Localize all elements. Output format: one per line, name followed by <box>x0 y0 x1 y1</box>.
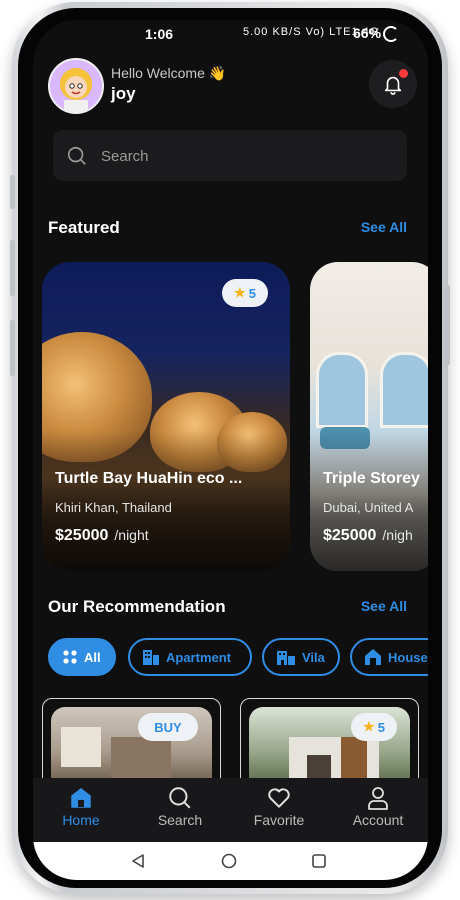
nav-label: Favorite <box>253 812 305 828</box>
buy-badge: BUY <box>138 713 198 741</box>
arch-window <box>380 352 428 428</box>
arch-window <box>316 352 368 428</box>
chip-all[interactable]: All <box>48 638 116 676</box>
property-name: Triple Storey <box>323 470 420 487</box>
recommendation-title: Our Recommendation <box>48 597 226 616</box>
app-header: Hello Welcome 👋 joy <box>33 50 428 120</box>
system-nav-bar <box>33 842 428 880</box>
status-bar: 1:06 5.00 KB/S Vo) LTE1 4G 66% <box>33 20 428 48</box>
recents-icon[interactable] <box>311 853 327 869</box>
search-icon <box>140 784 220 812</box>
notification-dot <box>399 69 408 78</box>
chip-house[interactable]: House <box>350 638 428 676</box>
rating-value: 5 <box>248 285 256 301</box>
username: joy <box>111 84 136 103</box>
grid-icon <box>62 649 78 665</box>
avatar[interactable] <box>48 58 104 114</box>
search-bar[interactable] <box>53 130 407 183</box>
search-icon <box>67 146 86 165</box>
property-location: Khiri Khan, Thailand <box>55 500 172 515</box>
greeting-text: Hello Welcome 👋 <box>111 65 226 82</box>
nav-label: Home <box>62 812 100 828</box>
chip-vila[interactable]: Vila <box>262 638 340 676</box>
rating-value: 5 <box>377 719 385 735</box>
chip-apartment[interactable]: Apartment <box>128 638 252 676</box>
featured-card-1[interactable]: ★ 5 Turtle Bay HuaHin eco ... Khiri Khan… <box>42 262 290 571</box>
rating-badge: ★ 5 <box>351 713 397 741</box>
featured-title: Featured <box>48 218 120 237</box>
price-value: $25000 <box>55 527 109 544</box>
avatar-illustration-icon <box>50 60 102 112</box>
property-price: $25000/nigh <box>323 527 413 545</box>
recommendation-see-all-link[interactable]: See All <box>361 598 407 614</box>
app-screen: 1:06 5.00 KB/S Vo) LTE1 4G 66% Hello Wel… <box>33 20 428 880</box>
nav-home[interactable]: Home <box>41 784 121 828</box>
house-icon <box>364 648 382 666</box>
heart-icon <box>239 784 319 812</box>
star-icon: ★ <box>234 285 246 300</box>
nav-label: Account <box>352 812 404 828</box>
notification-button[interactable] <box>369 60 417 108</box>
featured-card-2[interactable]: Triple Storey Dubai, United A $25000/nig… <box>310 262 428 571</box>
featured-see-all-link[interactable]: See All <box>361 219 407 235</box>
rating-badge: ★ 5 <box>222 279 268 307</box>
property-price: $25000/night <box>55 527 149 545</box>
vila-icon <box>276 648 296 666</box>
price-unit: /nigh <box>382 527 413 543</box>
side-button-mid <box>10 240 15 296</box>
price-unit: /night <box>114 527 149 543</box>
account-icon <box>338 784 418 812</box>
battery-icon <box>383 26 399 42</box>
wave-icon: 👋 <box>208 65 227 81</box>
home-icon <box>41 784 121 812</box>
property-name: Turtle Bay HuaHin eco ... <box>55 470 243 487</box>
power-button <box>445 285 450 365</box>
nav-label: Search <box>157 812 203 828</box>
greeting-label: Hello Welcome <box>111 65 205 81</box>
back-icon[interactable] <box>130 853 146 869</box>
chip-label: Vila <box>302 649 325 665</box>
bottom-nav: Home Search Favorite Account <box>33 778 428 842</box>
window-shape <box>341 737 367 781</box>
building-icon <box>142 648 160 666</box>
side-button-low <box>10 320 15 376</box>
window-shape <box>307 755 331 779</box>
price-value: $25000 <box>323 527 377 544</box>
search-input[interactable] <box>99 130 393 183</box>
home-circle-icon[interactable] <box>221 853 237 869</box>
category-chips: All Apartment Vila House <box>48 638 428 680</box>
chip-label: All <box>84 649 101 665</box>
nav-favorite[interactable]: Favorite <box>239 784 319 828</box>
battery-percent: 66% <box>353 25 382 41</box>
side-button-top <box>10 175 15 209</box>
window-shape <box>61 727 101 767</box>
chip-label: House <box>388 649 428 665</box>
star-icon: ★ <box>363 719 375 734</box>
status-time: 1:06 <box>145 26 174 42</box>
nav-account[interactable]: Account <box>338 784 418 828</box>
property-location: Dubai, United A <box>323 500 414 515</box>
chip-label: Apartment <box>166 649 232 665</box>
nav-search[interactable]: Search <box>140 784 220 828</box>
